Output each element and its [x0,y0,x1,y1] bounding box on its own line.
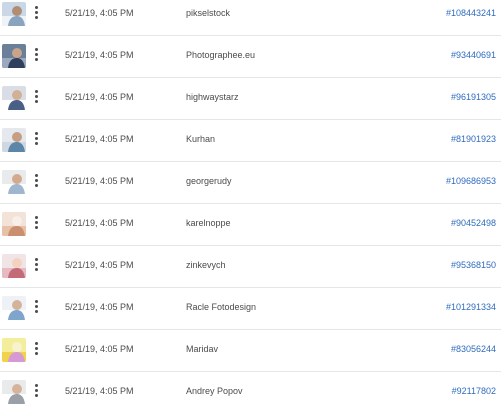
asset-thumbnail[interactable] [2,44,26,68]
date-cell: 5/21/19, 4:05 PM [65,8,134,18]
asset-id-link[interactable]: #93440691 [451,50,496,60]
date-cell: 5/21/19, 4:05 PM [65,134,134,144]
asset-thumbnail[interactable] [2,212,26,236]
date-cell: 5/21/19, 4:05 PM [65,176,134,186]
asset-thumbnail[interactable] [2,380,26,404]
asset-list: 5/21/19, 4:05 PM pikselstock #108443241 5/2… [0,0,501,407]
asset-id-link[interactable]: #96191305 [451,92,496,102]
asset-thumbnail[interactable] [2,338,26,362]
row-divider [0,119,501,120]
author-cell: Maridav [186,344,219,354]
asset-id-link[interactable]: #81901923 [451,134,496,144]
asset-thumbnail[interactable] [2,86,26,110]
more-options-icon[interactable] [31,90,41,108]
row-divider [0,245,501,246]
author-cell: pikselstock [186,8,231,18]
author-cell: karelnoppe [186,218,231,228]
author-cell: Photographee.eu [186,50,256,60]
more-options-icon[interactable] [31,174,41,192]
asset-id-link[interactable]: #101291334 [446,302,496,312]
asset-id-link[interactable]: #83056244 [451,344,496,354]
more-options-icon[interactable] [31,48,41,66]
author-cell: Andrey Popov [186,386,243,396]
date-cell: 5/21/19, 4:05 PM [65,302,134,312]
date-cell: 5/21/19, 4:05 PM [65,50,134,60]
asset-thumbnail[interactable] [2,128,26,152]
more-options-icon[interactable] [31,6,41,24]
asset-id-link[interactable]: #109686953 [446,176,496,186]
row-divider [0,203,501,204]
row-divider [0,287,501,288]
author-cell: highwaystarz [186,92,239,102]
more-options-icon[interactable] [31,342,41,360]
author-cell: georgerudy [186,176,232,186]
asset-thumbnail[interactable] [2,254,26,278]
more-options-icon[interactable] [31,216,41,234]
more-options-icon[interactable] [31,384,41,402]
asset-thumbnail[interactable] [2,296,26,320]
row-divider [0,371,501,372]
asset-thumbnail[interactable] [2,2,26,26]
more-options-icon[interactable] [31,300,41,318]
asset-id-link[interactable]: #92117802 [452,386,496,396]
author-cell: Kurhan [186,134,216,144]
author-cell: Racle Fotodesign [186,302,257,312]
row-divider [0,329,501,330]
author-cell: zinkevych [186,260,226,270]
row-divider [0,77,501,78]
date-cell: 5/21/19, 4:05 PM [65,344,134,354]
more-options-icon[interactable] [31,132,41,150]
row-divider [0,35,501,36]
more-options-icon[interactable] [31,258,41,276]
row-divider [0,161,501,162]
asset-id-link[interactable]: #95368150 [451,260,496,270]
asset-id-link[interactable]: #90452498 [451,218,496,228]
date-cell: 5/21/19, 4:05 PM [65,260,134,270]
asset-id-link[interactable]: #108443241 [446,8,496,18]
table-row[interactable]: 5/21/19, 4:05 PM Andrey Popov #92117802 [0,378,501,420]
asset-thumbnail[interactable] [2,170,26,194]
date-cell: 5/21/19, 4:05 PM [65,92,134,102]
date-cell: 5/21/19, 4:05 PM [65,386,134,396]
date-cell: 5/21/19, 4:05 PM [65,218,134,228]
